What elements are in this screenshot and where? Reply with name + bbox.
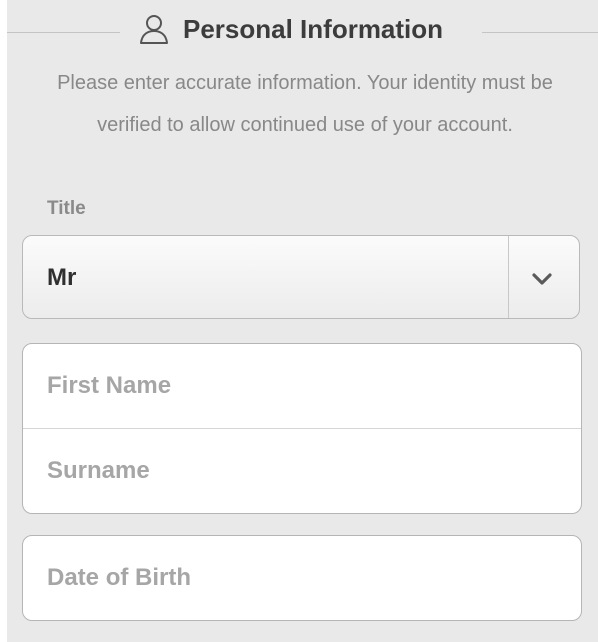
dob-input-group	[22, 535, 582, 621]
header-rule-right	[482, 32, 598, 33]
section-title: Personal Information	[183, 13, 444, 44]
personal-information-panel: Personal Information Please enter accura…	[7, 0, 598, 642]
section-header: Personal Information	[7, 8, 598, 50]
section-description: Please enter accurate information. Your …	[57, 72, 553, 136]
title-select[interactable]: Mr	[22, 235, 580, 319]
first-name-input[interactable]	[23, 344, 581, 428]
surname-input[interactable]	[23, 429, 581, 513]
name-input-group	[22, 343, 582, 514]
header-content: Personal Information	[137, 8, 443, 50]
chevron-down-icon[interactable]	[529, 266, 555, 292]
title-selected-value: Mr	[47, 264, 77, 291]
title-label: Title	[47, 198, 86, 219]
select-divider	[508, 236, 509, 318]
person-outline-icon	[137, 12, 171, 46]
date-of-birth-input[interactable]	[23, 536, 581, 620]
header-rule-left	[7, 32, 120, 33]
